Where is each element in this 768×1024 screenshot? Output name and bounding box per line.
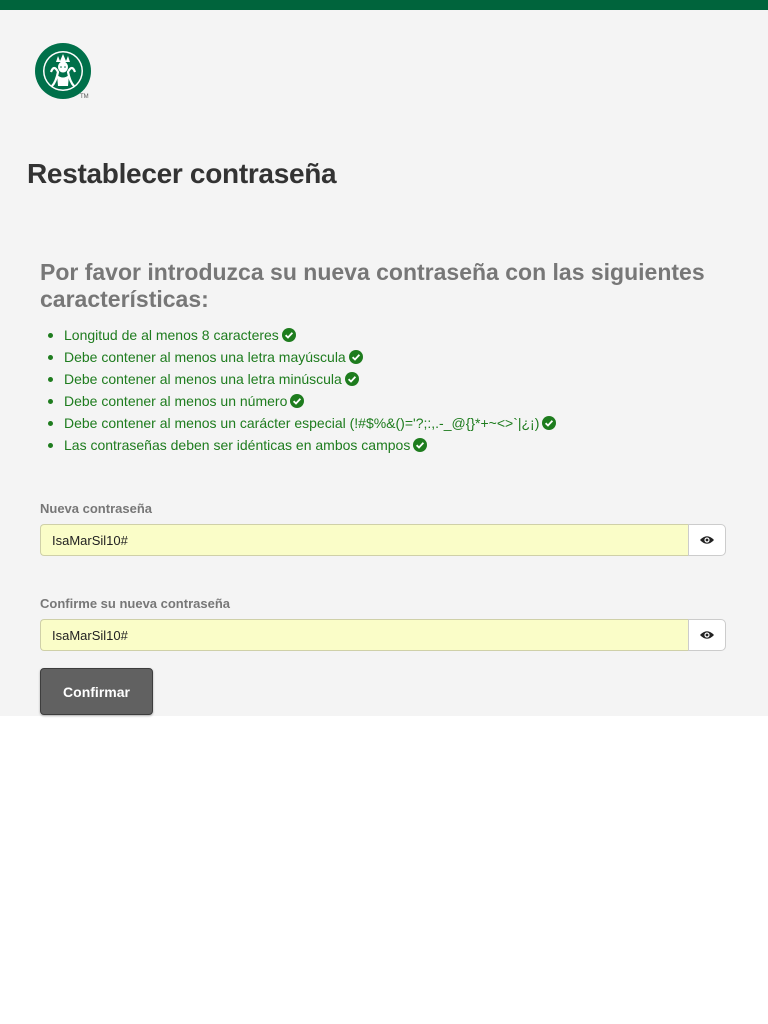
check-circle-icon [290,394,305,408]
requirement-item: Longitud de al menos 8 caracteres [47,324,556,346]
show-password-button[interactable] [688,524,726,556]
show-confirm-password-button[interactable] [688,619,726,651]
starbucks-logo-icon [35,43,91,99]
requirements-list: Longitud de al menos 8 caracteres Debe c… [40,324,557,456]
page-title: Restablecer contraseña [27,158,337,189]
check-circle-icon [348,350,363,364]
confirm-password-label: Confirme su nueva contraseña [40,596,230,611]
check-circle-icon [344,372,359,386]
check-circle-icon [542,416,557,430]
new-password-label: Nueva contraseña [40,501,152,516]
logo-trademark: TM [80,94,89,100]
requirement-item: Debe contener al menos un número [47,390,556,412]
confirm-password-input[interactable] [40,619,688,651]
requirement-text: Las contraseñas deben ser idénticas en a… [64,437,411,453]
check-circle-icon [281,328,296,342]
requirement-item: Las contraseñas deben ser idénticas en a… [47,434,556,456]
eye-icon [700,631,714,639]
requirement-text: Longitud de al menos 8 caracteres [64,327,279,343]
requirement-item: Debe contener al menos una letra minúscu… [47,368,556,390]
requirement-text: Debe contener al menos una letra mayúscu… [64,349,346,365]
new-password-input[interactable] [40,524,688,556]
requirement-item: Debe contener al menos un carácter espec… [47,412,557,434]
requirement-text: Debe contener al menos un número [64,393,288,409]
check-circle-icon [413,438,428,452]
confirm-password-group [40,619,726,651]
new-password-group [40,524,726,556]
requirement-text: Debe contener al menos una letra minúscu… [64,371,342,387]
instructions-heading: Por favor introduzca su nueva contraseña… [40,259,705,312]
confirm-button[interactable]: Confirmar [40,668,153,715]
requirement-item: Debe contener al menos una letra mayúscu… [47,346,556,368]
eye-icon [700,536,714,544]
brand-top-bar [0,0,768,10]
requirement-text: Debe contener al menos un carácter espec… [64,415,540,431]
